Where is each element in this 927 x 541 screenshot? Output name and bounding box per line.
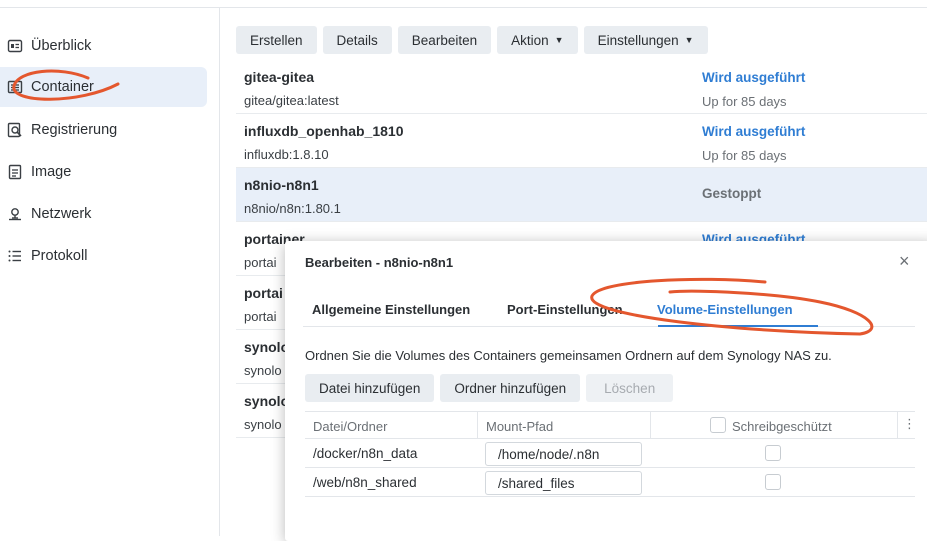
sidebar-item-label: Image (31, 164, 72, 180)
container-name: synolo (244, 393, 290, 409)
sidebar-item-label: Container (31, 79, 94, 95)
caret-down-icon: ▼ (554, 35, 564, 45)
log-list-icon (6, 247, 24, 265)
uptime-text: Up for 85 days (702, 148, 787, 163)
volume-description: Ordnen Sie die Volumes des Containers ge… (305, 348, 832, 363)
status-badge: Wird ausgeführt (702, 70, 806, 85)
sidebar-item-label: Überblick (31, 38, 92, 54)
table-row[interactable]: influxdb_openhab_1810 influxdb:1.8.10 Wi… (236, 114, 927, 168)
toolbar: Erstellen Details Bearbeiten Aktion ▼ Ein… (236, 26, 708, 54)
readonly-checkbox[interactable] (765, 474, 781, 490)
settings-dropdown[interactable]: Einstellungen ▼ (583, 26, 708, 54)
sidebar-item-container[interactable]: Container (0, 67, 207, 107)
delete-button[interactable]: Löschen (586, 374, 674, 402)
dialog-title: Bearbeiten - n8nio-n8n1 (305, 255, 454, 270)
header-path: Datei/Ordner (313, 419, 388, 434)
mount-path-input[interactable]: /shared_files (485, 471, 642, 495)
mount-path-input[interactable]: /home/node/.n8n (485, 442, 642, 466)
table-row: /web/n8n_shared /shared_files (305, 468, 915, 497)
overview-icon (6, 37, 24, 55)
column-divider (650, 412, 651, 439)
table-row[interactable]: n8nio-n8n1 n8nio/n8n:1.80.1 Gestoppt (236, 168, 927, 222)
caret-down-icon: ▼ (684, 35, 694, 45)
volume-table: Datei/Ordner Mount-Pfad Schreibgeschützt… (305, 411, 916, 497)
edit-dialog: Bearbeiten - n8nio-n8n1 × Allgemeine Ein… (285, 241, 927, 541)
settings-label: Einstellungen (597, 32, 679, 48)
readonly-all-checkbox[interactable] (710, 417, 726, 433)
table-row[interactable]: gitea-gitea gitea/gitea:latest Wird ausg… (236, 60, 927, 114)
sidebar-item-label: Netzwerk (31, 206, 92, 222)
header-mount: Mount-Pfad (486, 419, 554, 434)
container-name: influxdb_openhab_1810 (244, 123, 404, 139)
sidebar-item-overview[interactable]: Überblick (0, 26, 207, 66)
close-icon[interactable]: × (899, 251, 910, 272)
status-badge: Wird ausgeführt (702, 124, 806, 139)
add-folder-button[interactable]: Ordner hinzufügen (440, 374, 581, 402)
readonly-checkbox[interactable] (765, 445, 781, 461)
container-name: n8nio-n8n1 (244, 177, 319, 193)
edit-button[interactable]: Bearbeiten (397, 26, 492, 54)
network-icon (6, 205, 24, 223)
action-dropdown[interactable]: Aktion ▼ (497, 26, 578, 54)
sidebar-item-log[interactable]: Protokoll (0, 236, 207, 276)
sidebar-item-label: Registrierung (31, 122, 118, 138)
table-header: Datei/Ordner Mount-Pfad Schreibgeschützt… (305, 411, 916, 439)
sidebar-item-network[interactable]: Netzwerk (0, 194, 207, 234)
container-image: synolo (244, 417, 282, 432)
container-image: synolo (244, 363, 282, 378)
create-button[interactable]: Erstellen (236, 26, 317, 54)
dialog-tabs: Allgemeine Einstellungen Port-Einstellun… (303, 289, 915, 327)
status-badge: Gestoppt (702, 186, 762, 201)
sidebar: Überblick Container Registrierung Image … (0, 8, 220, 536)
sidebar-item-label: Protokoll (31, 248, 88, 264)
container-image: n8nio/n8n:1.80.1 (244, 201, 341, 216)
sidebar-item-image[interactable]: Image (0, 152, 207, 192)
column-divider (897, 412, 898, 439)
tab-port-settings[interactable]: Port-Einstellungen (507, 302, 623, 317)
uptime-text: Up for 85 days (702, 94, 787, 109)
container-image: portai (244, 255, 277, 270)
add-file-button[interactable]: Datei hinzufügen (305, 374, 435, 402)
container-name: gitea-gitea (244, 69, 315, 85)
container-name: synolo (244, 339, 290, 355)
volume-path: /docker/n8n_data (313, 446, 418, 461)
top-bar (0, 0, 927, 8)
table-row: /docker/n8n_data /home/node/.n8n (305, 439, 915, 468)
header-readonly: Schreibgeschützt (732, 419, 832, 434)
registry-search-icon (6, 121, 24, 139)
container-image: gitea/gitea:latest (244, 93, 339, 108)
tab-general-settings[interactable]: Allgemeine Einstellungen (312, 302, 470, 317)
sidebar-item-registry[interactable]: Registrierung (0, 110, 207, 150)
column-menu-icon[interactable]: ⋮ (903, 416, 916, 432)
column-divider (477, 412, 478, 439)
tab-volume-settings[interactable]: Volume-Einstellungen (657, 302, 793, 317)
action-label: Aktion (511, 32, 549, 48)
container-image: portai (244, 309, 277, 324)
container-image: influxdb:1.8.10 (244, 147, 329, 162)
details-button[interactable]: Details (322, 26, 392, 54)
volume-path: /web/n8n_shared (313, 475, 417, 490)
container-icon (6, 78, 24, 96)
active-tab-underline (658, 325, 818, 327)
container-name: portai (244, 285, 283, 301)
image-icon (6, 163, 24, 181)
volume-buttons: Datei hinzufügen Ordner hinzufügen Lösch… (305, 374, 674, 402)
